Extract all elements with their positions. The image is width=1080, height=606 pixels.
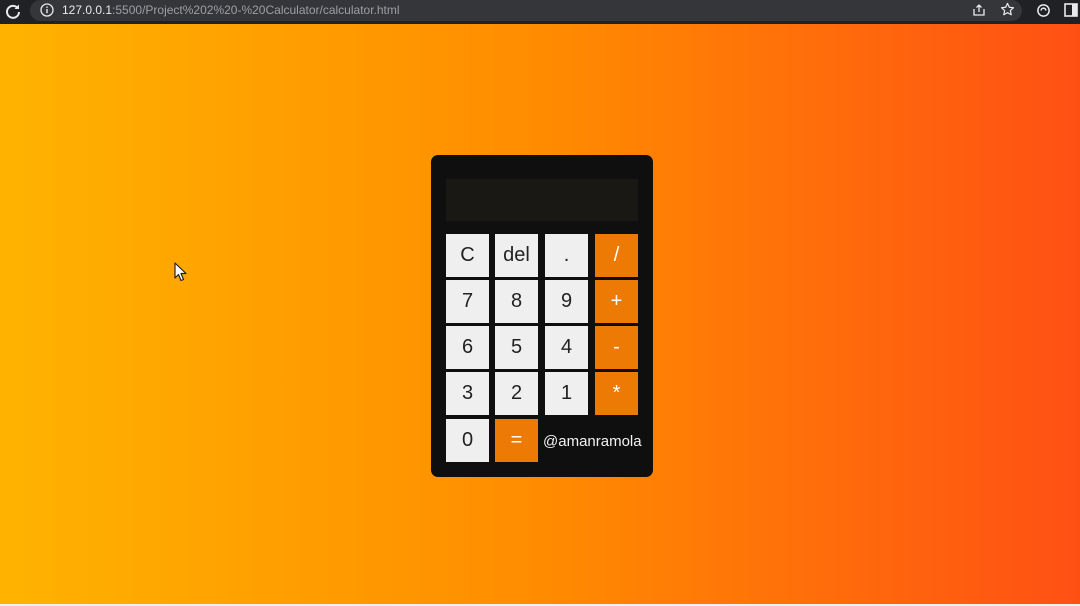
browser-toolbar: 127.0.0.1:5500/Project%202%20-%20Calcula… [0, 0, 1080, 24]
multiply-button[interactable]: * [595, 372, 638, 415]
divide-button[interactable]: / [595, 234, 638, 277]
four-button[interactable]: 4 [545, 326, 588, 369]
equals-button[interactable]: = [495, 419, 538, 462]
three-button[interactable]: 3 [446, 372, 489, 415]
url-text[interactable]: 127.0.0.1:5500/Project%202%20-%20Calcula… [62, 3, 400, 17]
author-credit: @amanramola [543, 433, 642, 450]
url-path: :5500/Project%202%20-%20Calculator/calcu… [112, 3, 400, 17]
zero-button[interactable]: 0 [446, 419, 489, 462]
add-button[interactable]: + [595, 280, 638, 323]
star-icon[interactable] [1000, 2, 1015, 17]
two-button[interactable]: 2 [495, 372, 538, 415]
calculator: C del . / 7 8 9 + 6 5 4 - 3 2 1 * 0 = @a… [431, 155, 653, 477]
calculator-display[interactable] [446, 179, 638, 221]
side-panel-icon[interactable] [1064, 3, 1078, 17]
mouse-cursor-icon [174, 262, 187, 282]
seven-button[interactable]: 7 [446, 280, 489, 323]
clear-button[interactable]: C [446, 234, 489, 277]
address-bar[interactable]: 127.0.0.1:5500/Project%202%20-%20Calcula… [30, 0, 1022, 21]
extension-icon[interactable] [1036, 3, 1051, 18]
subtract-button[interactable]: - [595, 326, 638, 369]
info-icon[interactable] [40, 3, 54, 17]
decimal-button[interactable]: . [545, 234, 588, 277]
nine-button[interactable]: 9 [545, 280, 588, 323]
one-button[interactable]: 1 [545, 372, 588, 415]
six-button[interactable]: 6 [446, 326, 489, 369]
five-button[interactable]: 5 [495, 326, 538, 369]
eight-button[interactable]: 8 [495, 280, 538, 323]
delete-button[interactable]: del [495, 234, 538, 277]
reload-icon[interactable] [4, 2, 22, 20]
share-icon[interactable] [972, 3, 986, 17]
url-host: 127.0.0.1 [62, 3, 113, 17]
